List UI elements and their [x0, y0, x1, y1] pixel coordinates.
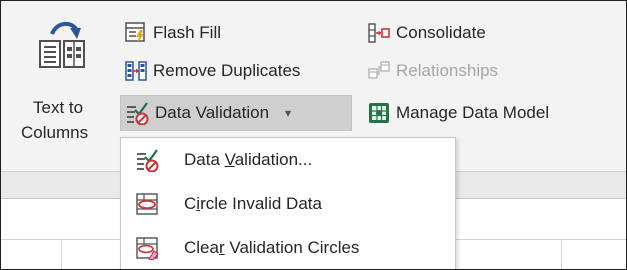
flash-fill-button[interactable]: Flash Fill: [125, 19, 221, 47]
menu-item-data-validation[interactable]: Data Validation...: [121, 141, 455, 179]
clear-circles-icon: [136, 237, 159, 260]
text-to-columns-icon: [39, 21, 85, 68]
consolidate-label: Consolidate: [396, 23, 486, 42]
worksheet-column-line: [561, 239, 562, 269]
manage-data-model-icon: [369, 103, 389, 123]
menu-item-label-part: Clea: [184, 238, 219, 257]
excel-data-tab-frame: Text to Columns Flash Fill Remove Duplic…: [0, 0, 627, 270]
menu-item-clear-validation-circles[interactable]: Clear Validation Circles: [121, 229, 455, 267]
data-validation-icon: [137, 149, 159, 172]
flash-fill-label: Flash Fill: [153, 23, 222, 42]
text-to-columns-label-line1: Text to: [33, 98, 84, 117]
data-validation-menu: Data Validation... Circle Invalid Data C…: [120, 137, 456, 269]
remove-duplicates-label: Remove Duplicates: [153, 61, 301, 80]
data-validation-label: Data Validation: [155, 103, 270, 122]
accelerator-key: V: [224, 150, 235, 169]
text-to-columns-label-line2: Columns: [21, 123, 89, 142]
menu-item-label: Data Validation...: [184, 150, 312, 170]
flash-fill-icon: [125, 22, 145, 43]
manage-data-model-button[interactable]: Manage Data Model: [368, 99, 549, 127]
remove-duplicates-icon: [125, 61, 147, 81]
menu-item-label: Circle Invalid Data: [184, 194, 322, 214]
circle-invalid-icon: [136, 193, 158, 215]
data-validation-dropdown-button[interactable]: Data Validation ▾: [120, 95, 352, 131]
relationships-button[interactable]: Relationships: [368, 57, 498, 85]
menu-item-label-part: Validation Circles: [224, 238, 360, 257]
menu-item-label-part: C: [184, 194, 197, 213]
menu-item-label: Clear Validation Circles: [184, 238, 359, 258]
menu-item-label-part: Data: [184, 150, 225, 169]
data-validation-icon: [127, 102, 149, 125]
text-to-columns-label: Text to Columns: [21, 95, 113, 145]
worksheet-column-line: [61, 239, 62, 269]
relationships-icon: [368, 61, 390, 79]
manage-data-model-label: Manage Data Model: [396, 103, 550, 122]
relationships-label: Relationships: [396, 61, 499, 80]
menu-item-label-part: alidation...: [234, 150, 313, 169]
menu-item-circle-invalid-data[interactable]: Circle Invalid Data: [121, 185, 455, 223]
chevron-down-icon[interactable]: ▾: [285, 106, 291, 120]
menu-item-label-part: rcle Invalid Data: [200, 194, 322, 213]
remove-duplicates-button[interactable]: Remove Duplicates: [125, 57, 300, 85]
consolidate-button[interactable]: Consolidate: [368, 19, 486, 47]
consolidate-icon: [368, 23, 390, 43]
text-to-columns-button[interactable]: Text to Columns: [21, 17, 113, 145]
